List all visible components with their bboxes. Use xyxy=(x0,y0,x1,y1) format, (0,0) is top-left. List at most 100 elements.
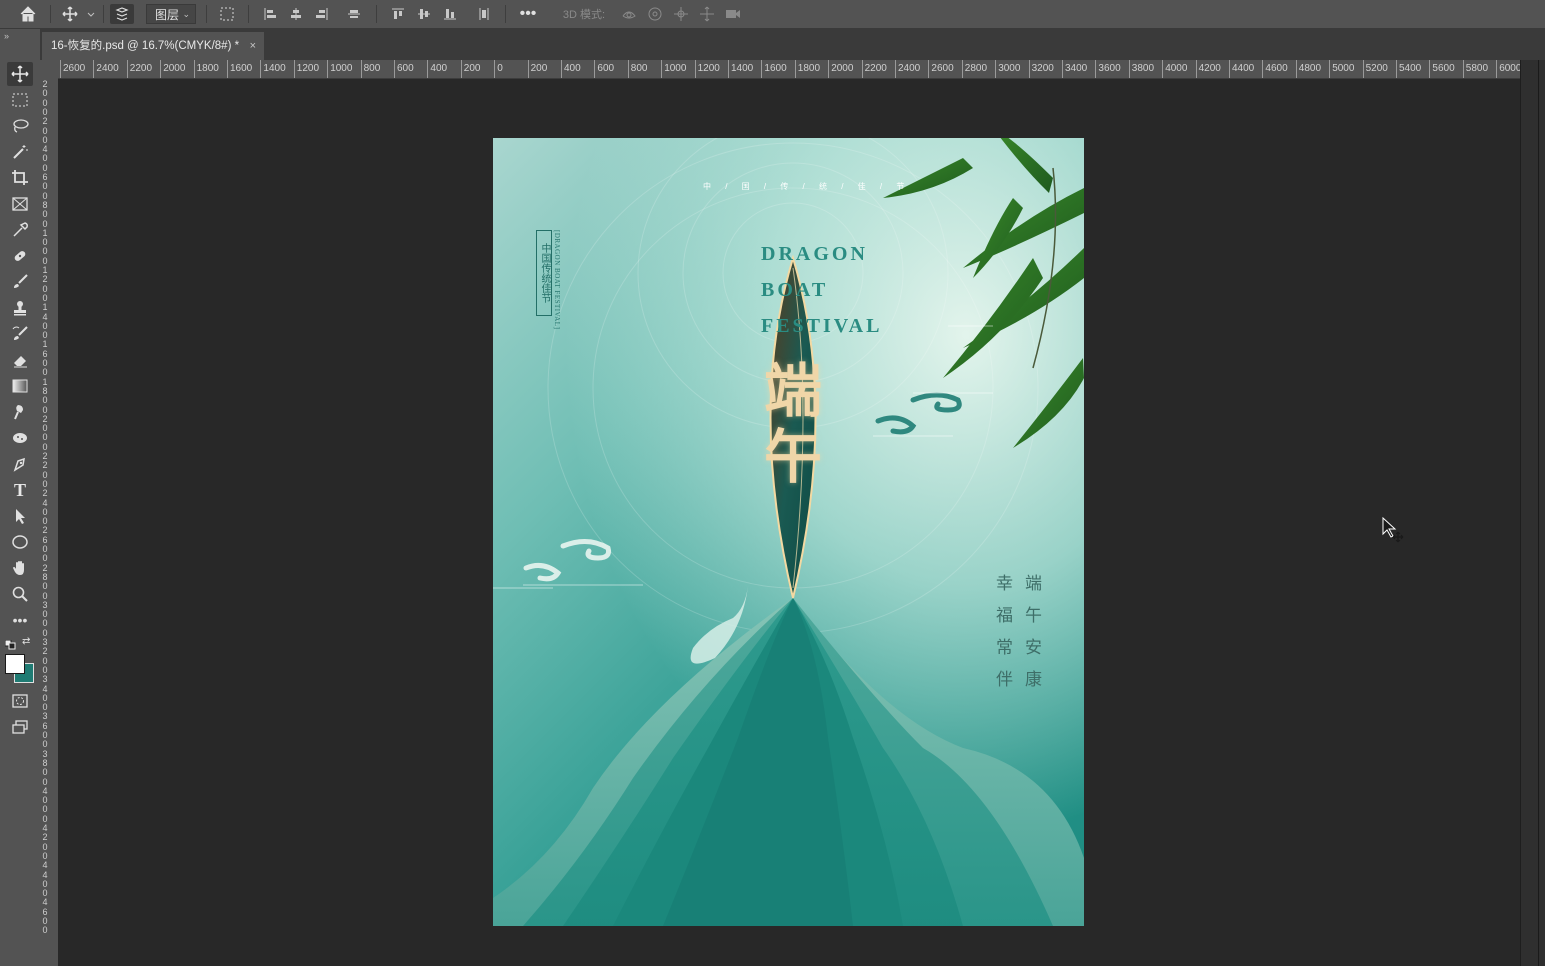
path-selection-icon[interactable] xyxy=(7,504,33,528)
ruler-origin[interactable] xyxy=(40,60,58,78)
ruler-top-label: 1800 xyxy=(193,60,219,78)
document-tab-bar: 16-恢复的.psd @ 16.7%(CMYK/8#) * × xyxy=(40,29,1545,60)
align-bottom-icon[interactable] xyxy=(438,4,462,24)
healing-brush-icon[interactable] xyxy=(7,244,33,268)
lasso-icon[interactable] xyxy=(7,114,33,138)
ruler-top-label: 2400 xyxy=(93,60,119,78)
move-tool-icon[interactable] xyxy=(7,62,33,86)
more-options-icon[interactable]: ••• xyxy=(515,4,541,24)
align-vertical-center-icon[interactable] xyxy=(412,4,436,24)
distribute-icon[interactable] xyxy=(342,4,366,24)
ruler-top-label: 4600 xyxy=(1262,60,1288,78)
swap-colors-icon[interactable]: ⇄ xyxy=(22,636,30,647)
ellipse-tool-icon[interactable] xyxy=(7,530,33,554)
ruler-top-label: 1400 xyxy=(260,60,286,78)
3d-camera-icon[interactable] xyxy=(722,4,744,24)
eraser-icon[interactable] xyxy=(7,348,33,372)
history-brush-icon[interactable] xyxy=(7,322,33,346)
smudge-icon[interactable] xyxy=(7,400,33,424)
default-colors-icon[interactable] xyxy=(4,637,17,655)
blessing-right-column: 端午安康 xyxy=(1021,574,1041,702)
align-horizontal-center-icon[interactable] xyxy=(284,4,308,24)
crop-icon[interactable] xyxy=(7,166,33,190)
ruler-top-label: 2000 xyxy=(160,60,185,78)
poster-chinese-title: 端 午 xyxy=(758,358,828,490)
ruler-left-label: 0 xyxy=(42,395,48,406)
english-title-line-3: FESTIVAL xyxy=(761,315,883,337)
ruler-top-label: 2200 xyxy=(861,60,887,78)
eyedropper-icon[interactable] xyxy=(7,218,33,242)
quick-mask-icon[interactable] xyxy=(7,689,33,713)
chinese-title-char-1: 端 xyxy=(763,357,822,425)
ruler-left-label: 0 xyxy=(42,739,48,750)
document-tab-title: 16-恢复的.psd @ 16.7%(CMYK/8#) * xyxy=(51,40,240,52)
auto-select-checkbox[interactable] xyxy=(110,4,134,24)
magic-wand-icon[interactable] xyxy=(7,140,33,164)
ruler-top-label: 200 xyxy=(527,60,547,78)
ruler-top-label: 3800 xyxy=(1128,60,1154,78)
hand-tool-icon[interactable] xyxy=(7,556,33,580)
vertical-ruler[interactable]: 2000200400600800100012001400160018002000… xyxy=(40,78,59,966)
3d-orbit-icon[interactable] xyxy=(618,4,640,24)
frame-tool-icon[interactable] xyxy=(7,192,33,216)
ruler-top-label: 4800 xyxy=(1295,60,1321,78)
ruler-left-label: 0 xyxy=(42,767,48,778)
ruler-left-label: 4 xyxy=(42,860,48,871)
rectangular-marquee-icon[interactable] xyxy=(7,88,33,112)
blessing-left-column: 幸福常伴 xyxy=(992,574,1012,702)
sponge-icon[interactable] xyxy=(7,426,33,450)
ruler-left-label: 0 xyxy=(42,209,48,220)
close-tab-button[interactable]: × xyxy=(250,32,256,60)
ruler-top-label: 3600 xyxy=(1095,60,1121,78)
ruler-top-label: 3000 xyxy=(995,60,1020,78)
ruler-top-label: 800 xyxy=(360,60,380,78)
brush-icon[interactable] xyxy=(7,270,33,294)
poster-top-line: 中 / 国 / 传 / 统 / 佳 / 节 xyxy=(703,182,911,191)
ruler-left-label: 0 xyxy=(42,553,48,564)
foreground-color-swatch[interactable] xyxy=(5,654,25,674)
horizontal-ruler[interactable]: 2600 2400 2200 2000 1800 1600 1400 1200 1000 800 6… xyxy=(58,60,1520,79)
ruler-top-label: 600 xyxy=(394,60,414,78)
poster-seal: 中国传统佳节 xyxy=(536,230,552,316)
layer-select-value: 图层 xyxy=(155,7,180,22)
document-tab[interactable]: 16-恢复的.psd @ 16.7%(CMYK/8#) * × xyxy=(42,32,264,60)
distribute-vertical-icon[interactable] xyxy=(472,4,496,24)
3d-pan-icon[interactable] xyxy=(670,4,692,24)
ruler-top-label: 5800 xyxy=(1462,60,1488,78)
gradient-icon[interactable] xyxy=(7,374,33,398)
clone-stamp-icon[interactable] xyxy=(7,296,33,320)
ruler-top-label: 1800 xyxy=(794,60,820,78)
layer-select-dropdown[interactable]: 图层 ⌄ xyxy=(146,4,196,24)
3d-roll-icon[interactable] xyxy=(644,4,666,24)
ruler-left-label: 0 xyxy=(42,581,48,592)
ruler-left-label: 2 xyxy=(42,488,48,499)
ruler-left-label: 2 xyxy=(42,274,48,285)
ruler-top-label: 1000 xyxy=(327,60,352,78)
ruler-left-label: 0 xyxy=(42,367,48,378)
3d-slide-icon[interactable] xyxy=(696,4,718,24)
poster-english-title: DRAGON BOAT FESTIVAL xyxy=(761,236,882,344)
home-icon[interactable] xyxy=(14,4,42,24)
align-top-icon[interactable] xyxy=(386,4,410,24)
ruler-top-label: 1000 xyxy=(661,60,686,78)
align-right-icon[interactable] xyxy=(310,4,334,24)
transform-controls-icon[interactable] xyxy=(215,4,239,24)
ruler-left-label: 0 xyxy=(42,925,48,936)
poster-artwork[interactable]: 中 / 国 / 传 / 统 / 佳 / 节 中国传统佳节 [DRAGON BOA… xyxy=(493,138,1084,926)
ruler-top-label: 4200 xyxy=(1195,60,1221,78)
ruler-left-label: 2 xyxy=(42,460,48,471)
screen-mode-icon[interactable] xyxy=(7,715,33,739)
ruler-top-label: 5200 xyxy=(1362,60,1388,78)
align-left-icon[interactable] xyxy=(258,4,282,24)
zoom-tool-icon[interactable] xyxy=(7,582,33,606)
collapse-panel-icon[interactable]: » xyxy=(4,31,9,41)
ruler-top-label: 4000 xyxy=(1162,60,1187,78)
ruler-top-label: 200 xyxy=(460,60,480,78)
edit-toolbar-icon[interactable]: ••• xyxy=(7,608,33,632)
type-tool-icon[interactable]: T xyxy=(7,478,33,502)
ruler-top-label: 3200 xyxy=(1028,60,1054,78)
ruler-top-label: 2600 xyxy=(928,60,954,78)
pen-tool-icon[interactable] xyxy=(7,452,33,476)
poster-seal-english: [DRAGON BOAT FESTIVAL] xyxy=(553,230,561,330)
move-tool-preset-icon[interactable] xyxy=(58,4,98,24)
